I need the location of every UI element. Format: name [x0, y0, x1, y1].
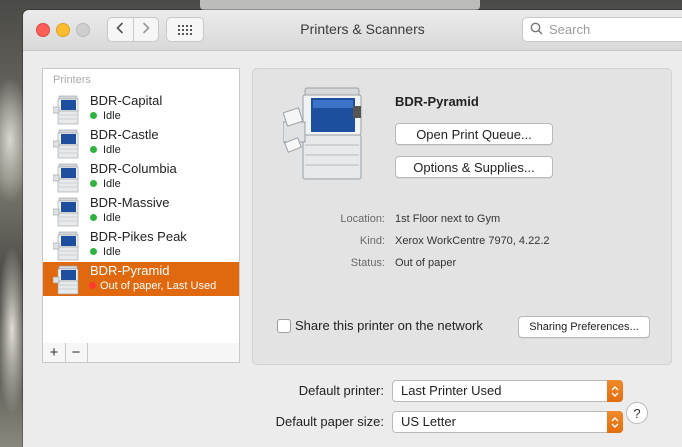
default-paper-size-label: Default paper size:	[275, 414, 384, 429]
printer-status-text: Idle	[103, 246, 121, 258]
title-bar: Printers & Scanners Search	[23, 10, 682, 51]
updown-chevron-icon	[607, 380, 623, 402]
search-field[interactable]: Search	[522, 17, 682, 42]
location-label: Location:	[340, 213, 385, 225]
printer-name: BDR-Capital	[90, 93, 163, 108]
printer-status: Idle	[90, 178, 121, 190]
location-value: 1st Floor next to Gym	[395, 213, 501, 225]
printer-status-text: Idle	[103, 144, 121, 156]
printer-icon	[52, 231, 81, 261]
kind-label: Kind:	[359, 235, 385, 247]
default-paper-size-select[interactable]: US Letter	[392, 411, 623, 433]
printer-icon	[52, 95, 81, 125]
printer-list-header: Printers	[53, 74, 91, 86]
options-supplies-button[interactable]: Options & Supplies...	[395, 156, 553, 178]
printer-list-toolbar: + −	[42, 343, 240, 363]
printer-list[interactable]: Printers BDR-Capital Idle BDR-Castle Idl…	[42, 68, 240, 345]
search-icon	[523, 22, 543, 38]
chevron-right-icon	[142, 21, 150, 38]
printer-name: BDR-Castle	[90, 127, 159, 142]
printer-status-text: Idle	[103, 178, 121, 190]
updown-chevron-icon	[607, 411, 623, 433]
status-dot	[90, 213, 97, 221]
kind-value: Xerox WorkCentre 7970, 4.22.2	[395, 235, 550, 247]
printer-icon	[52, 129, 81, 159]
printer-large-icon	[282, 82, 367, 182]
default-printer-value: Last Printer Used	[401, 383, 502, 398]
printer-item-bdr-pikes-peak[interactable]: BDR-Pikes Peak Idle	[43, 228, 239, 262]
grid-icon	[178, 24, 192, 35]
open-print-queue-button[interactable]: Open Print Queue...	[395, 123, 553, 145]
printer-status: Idle	[90, 144, 121, 156]
default-printer-label: Default printer:	[298, 383, 384, 398]
printer-name: BDR-Pyramid	[90, 263, 170, 278]
add-printer-button[interactable]: +	[43, 343, 66, 362]
printer-icon	[52, 265, 81, 295]
printer-name: BDR-Massive	[90, 195, 170, 210]
printer-item-bdr-pyramid[interactable]: BDR-Pyramid Out of paper, Last Used	[43, 262, 239, 296]
back-button[interactable]	[108, 18, 134, 41]
status-dot	[90, 247, 97, 255]
remove-printer-button[interactable]: −	[65, 343, 88, 362]
status-dot	[89, 281, 96, 289]
printer-icon	[52, 197, 81, 227]
share-printer-checkbox[interactable]	[277, 319, 291, 333]
status-dot	[90, 145, 97, 153]
printer-item-bdr-massive[interactable]: BDR-Massive Idle	[43, 194, 239, 228]
printer-name: BDR-Pikes Peak	[90, 229, 187, 244]
printer-item-bdr-capital[interactable]: BDR-Capital Idle	[43, 92, 239, 126]
printer-status: Idle	[90, 246, 121, 258]
zoom-window-button[interactable]	[76, 23, 90, 37]
default-paper-size-value: US Letter	[401, 414, 456, 429]
printer-item-bdr-columbia[interactable]: BDR-Columbia Idle	[43, 160, 239, 194]
printer-status-text: Out of paper, Last Used	[100, 280, 217, 292]
printer-status-text: Idle	[103, 110, 121, 122]
printer-item-bdr-castle[interactable]: BDR-Castle Idle	[43, 126, 239, 160]
printer-icon	[52, 163, 81, 193]
status-dot	[90, 179, 97, 187]
printer-status: Out of paper, Last Used	[89, 280, 217, 292]
navigation-buttons	[107, 17, 159, 42]
printer-status-text: Idle	[103, 212, 121, 224]
forward-button[interactable]	[134, 18, 159, 41]
printer-status: Idle	[90, 212, 121, 224]
share-printer-label[interactable]: Share this printer on the network	[295, 318, 483, 333]
help-button[interactable]: ?	[626, 402, 648, 424]
background-window-edge	[200, 0, 480, 10]
status-label: Status:	[350, 257, 385, 269]
printer-detail-panel: BDR-Pyramid Open Print Queue... Options …	[252, 68, 672, 365]
window-title: Printers & Scanners	[300, 21, 425, 37]
status-dot	[90, 111, 97, 119]
selected-printer-name: BDR-Pyramid	[395, 94, 479, 109]
status-value: Out of paper	[395, 257, 457, 269]
show-all-preferences-button[interactable]	[166, 17, 204, 42]
sharing-preferences-button[interactable]: Sharing Preferences...	[518, 316, 650, 338]
close-window-button[interactable]	[36, 23, 50, 37]
minimize-window-button[interactable]	[56, 23, 70, 37]
printer-status: Idle	[90, 110, 121, 122]
printer-name: BDR-Columbia	[90, 161, 177, 176]
default-printer-select[interactable]: Last Printer Used	[392, 380, 623, 402]
printers-scanners-window: Printers & Scanners Search Printers BDR-…	[23, 10, 682, 447]
chevron-left-icon	[116, 21, 124, 38]
search-placeholder: Search	[549, 22, 591, 37]
